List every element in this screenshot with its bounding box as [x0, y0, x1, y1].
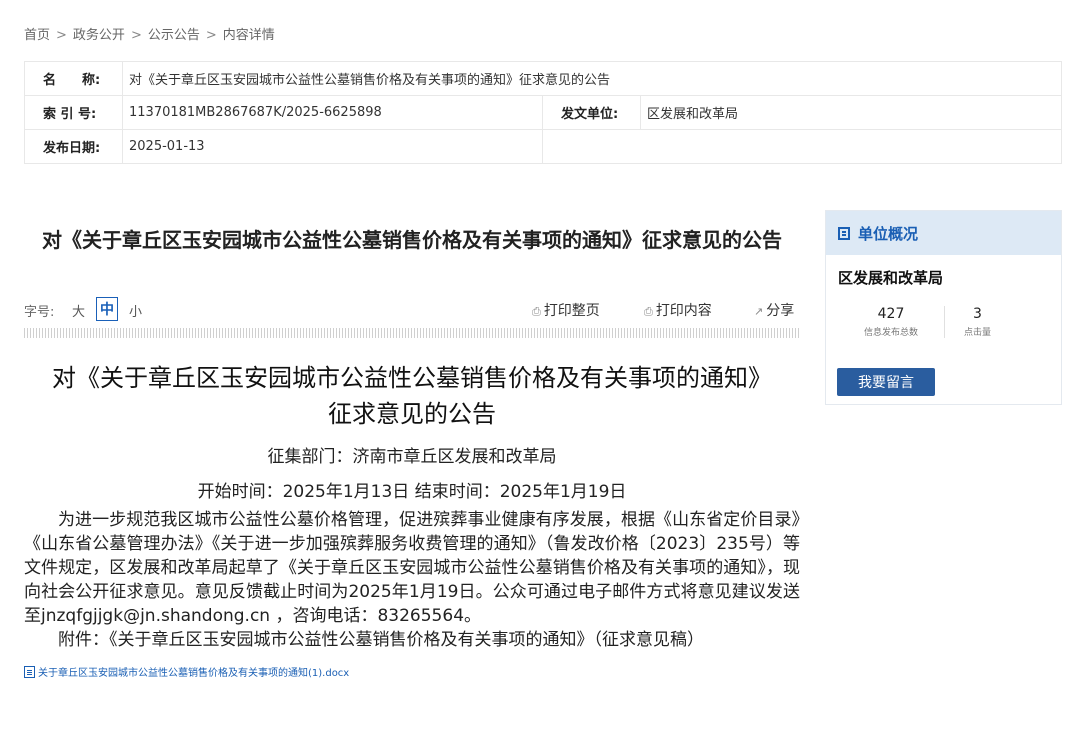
body-paragraph: 为进一步规范我区城市公益性公墓价格管理，促进殡葬事业健康有序发展，根据《山东省定…: [24, 510, 800, 626]
meta-row-date: 发布日期: 2025-01-13: [24, 129, 1062, 164]
unit-overview-title: 单位概况: [858, 224, 919, 243]
document-icon: [24, 665, 35, 678]
breadcrumb-announcements[interactable]: 公示公告: [148, 28, 200, 43]
stat-publish-count: 427 信息发布总数: [838, 306, 944, 338]
breadcrumb-gov-open[interactable]: 政务公开: [73, 28, 125, 43]
share-label: 分享: [766, 303, 795, 319]
unit-overview-panel: 单位概况 区发展和改革局 427 信息发布总数 3 点击量 我要留言: [825, 210, 1062, 405]
meta-index-value: 11370181MB2867687K/2025-6625898: [122, 95, 543, 130]
meta-name-label: 名 称:: [24, 61, 123, 96]
print-page-button[interactable]: ⎙ 打印整页: [532, 300, 600, 320]
meta-date-label: 发布日期:: [24, 129, 123, 164]
building-icon: [838, 226, 850, 240]
stat-click-count: 3 点击量: [944, 306, 1010, 338]
printer-icon: ⎙: [532, 305, 541, 318]
stat-publish-count-value: 427: [877, 306, 905, 322]
share-button[interactable]: ↗ 分享: [754, 300, 794, 320]
stat-click-count-label: 点击量: [963, 328, 991, 338]
meta-issuer-value: 区发展和改革局: [640, 95, 1062, 130]
font-size-small[interactable]: 小: [129, 301, 142, 320]
meta-issuer-label: 发文单位:: [542, 95, 641, 130]
meta-index-label: 索 引 号:: [24, 95, 123, 130]
breadcrumb-separator: >: [130, 28, 142, 43]
leave-message-button[interactable]: 我要留言: [837, 368, 935, 396]
attachment-file-link[interactable]: 关于章丘区玉安园城市公益性公墓销售价格及有关事项的通知(1).docx: [24, 664, 800, 679]
font-size-large[interactable]: 大: [72, 301, 85, 320]
print-content-label: 打印内容: [655, 303, 712, 319]
breadcrumb-home[interactable]: 首页: [24, 28, 50, 43]
meta-row-index: 索 引 号: 11370181MB2867687K/2025-6625898 发…: [24, 95, 1062, 130]
share-icon: ↗: [754, 305, 764, 318]
stat-publish-count-label: 信息发布总数: [863, 328, 918, 338]
article-main: 对《关于章丘区玉安园城市公益性公墓销售价格及有关事项的通知》征求意见的公告 字号…: [24, 210, 800, 679]
meta-date-value: 2025-01-13: [122, 129, 543, 164]
content-title-line2: 征求意见的公告: [328, 400, 496, 428]
breadcrumb-separator: >: [205, 28, 217, 43]
metadata-table: 名 称: 对《关于章丘区玉安园城市公益性公墓销售价格及有关事项的通知》征求意见的…: [24, 61, 1062, 164]
content-title: 对《关于章丘区玉安园城市公益性公墓销售价格及有关事项的通知》 征求意见的公告: [24, 360, 800, 432]
dotted-divider: [24, 328, 800, 338]
meta-empty-cell: [542, 129, 1062, 164]
collecting-department: 征集部门：济南市章丘区发展和改革局: [267, 447, 557, 467]
article-title: 对《关于章丘区玉安园城市公益性公墓销售价格及有关事项的通知》征求意见的公告: [42, 228, 782, 252]
stat-click-count-value: 3: [973, 306, 982, 322]
attachment-file-name: 关于章丘区玉安园城市公益性公墓销售价格及有关事项的通知(1).docx: [38, 668, 350, 679]
collection-time: 开始时间：2025年1月13日 结束时间：2025年1月19日: [197, 482, 627, 502]
print-content-button[interactable]: ⎙ 打印内容: [644, 300, 712, 320]
article-toolbar: 字号: 大 中 小 ⎙ 打印整页 ⎙ 打印内容 ↗ 分享: [24, 297, 800, 322]
unit-name: 区发展和改革局: [838, 269, 944, 287]
content-title-line1: 对《关于章丘区玉安园城市公益性公墓销售价格及有关事项的通知》: [52, 364, 772, 392]
breadcrumb: 首页 > 政务公开 > 公示公告 > 内容详情: [24, 24, 275, 43]
print-page-label: 打印整页: [543, 303, 600, 319]
font-size-medium[interactable]: 中: [96, 297, 118, 321]
unit-overview-header: 单位概况: [826, 211, 1061, 255]
breadcrumb-separator: >: [56, 28, 67, 43]
breadcrumb-current: 内容详情: [222, 28, 275, 43]
meta-name-value: 对《关于章丘区玉安园城市公益性公墓销售价格及有关事项的通知》征求意见的公告: [122, 61, 1062, 96]
printer-icon: ⎙: [644, 305, 653, 318]
meta-row-name: 名 称: 对《关于章丘区玉安园城市公益性公墓销售价格及有关事项的通知》征求意见的…: [24, 61, 1062, 96]
attachment-line: 附件：《关于章丘区玉安园城市公益性公墓销售价格及有关事项的通知》（征求意见稿）: [58, 630, 704, 650]
font-size-label: 字号:: [24, 305, 55, 320]
unit-stats: 427 信息发布总数 3 点击量: [826, 306, 1061, 338]
